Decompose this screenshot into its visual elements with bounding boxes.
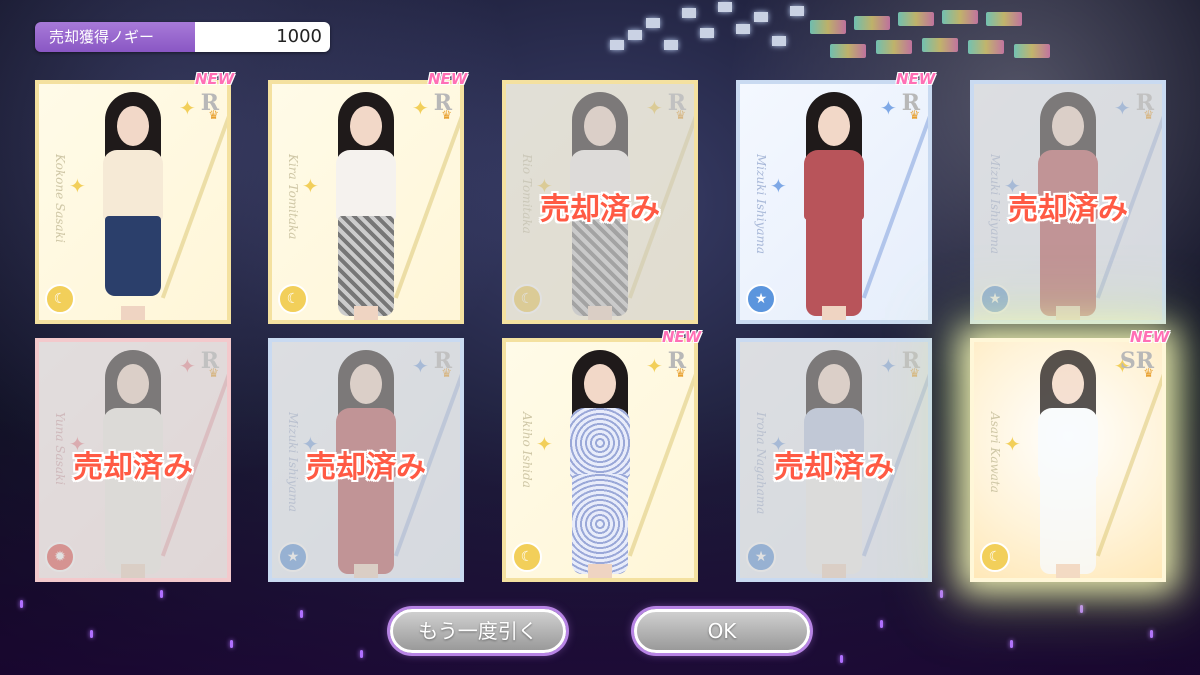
sold-label: 売却済み <box>306 450 426 485</box>
sale-gain-value: 1000 <box>195 22 330 52</box>
member-name: Kira Tomitaka <box>286 154 300 240</box>
new-badge: NEW <box>662 328 702 346</box>
ok-button[interactable]: OK <box>634 609 810 653</box>
sale-gain-label: 売却獲得ノギー <box>35 22 195 52</box>
crown-icon: ♛ <box>208 108 219 122</box>
crown-icon: ♛ <box>1143 366 1154 380</box>
gacha-card[interactable]: ✦✦R♛Mizuki Ishiyama★売却済み <box>268 338 464 582</box>
member-name: Mizuki Ishiyama <box>754 154 768 255</box>
member-photo <box>784 92 884 320</box>
sold-label: 売却済み <box>1008 192 1128 227</box>
sold-label: 売却済み <box>774 450 894 485</box>
gacha-card[interactable]: ✦ ✦ SR ♛ Asari Kawata ☾ <box>970 338 1166 582</box>
member-photo <box>550 350 650 578</box>
sold-label: 売却済み <box>73 450 193 485</box>
crown-icon: ♛ <box>675 366 686 380</box>
member-photo <box>1018 350 1118 578</box>
member-photo <box>316 92 416 320</box>
sold-overlay: 売却済み <box>740 342 928 578</box>
crown-icon: ♛ <box>441 108 452 122</box>
sold-overlay: 売却済み <box>506 84 694 320</box>
sold-overlay: 売却済み <box>974 84 1162 320</box>
moon-icon: ☾ <box>980 542 1010 572</box>
draw-again-button[interactable]: もう一度引く <box>390 609 566 653</box>
moon-icon: ☾ <box>45 284 75 314</box>
new-badge: NEW <box>896 70 936 88</box>
gacha-card[interactable]: ✦ ✦ R ♛ Mizuki Ishiyama ★ <box>736 80 932 324</box>
gacha-card[interactable]: ✦ ✦ R ♛ Akiho Ishida ☾ <box>502 338 698 582</box>
sale-gain-bar: 売却獲得ノギー 1000 <box>35 22 330 52</box>
gacha-card[interactable]: ✦ ✦ R ♛ Kira Tomitaka ☾ <box>268 80 464 324</box>
gacha-card[interactable]: ✦✦R♛Mizuki Ishiyama★売却済み <box>970 80 1166 324</box>
moon-icon: ☾ <box>512 542 542 572</box>
gacha-card[interactable]: ✦✦R♛Iroha Nagahama★売却済み <box>736 338 932 582</box>
member-name: Akiho Ishida <box>520 412 534 488</box>
gacha-card[interactable]: ✦✦R♛Yuna Sasaki✹売却済み <box>35 338 231 582</box>
gacha-card[interactable]: ✦✦R♛Rio Tomitaka☾売却済み <box>502 80 698 324</box>
new-badge: NEW <box>195 70 235 88</box>
crown-icon: ♛ <box>909 108 920 122</box>
stage-light-panels <box>810 10 1070 70</box>
member-name: Asari Kawata <box>988 412 1002 493</box>
sold-overlay: 売却済み <box>272 342 460 578</box>
new-badge: NEW <box>428 70 468 88</box>
member-name: Kokone Sasaki <box>53 154 67 243</box>
member-photo <box>83 92 183 320</box>
sold-label: 売却済み <box>540 192 660 227</box>
gacha-card[interactable]: ✦ ✦ R ♛ Kokone Sasaki ☾ <box>35 80 231 324</box>
sold-overlay: 売却済み <box>39 342 227 578</box>
new-badge: NEW <box>1130 328 1170 346</box>
moon-icon: ☾ <box>278 284 308 314</box>
star-icon: ★ <box>746 284 776 314</box>
